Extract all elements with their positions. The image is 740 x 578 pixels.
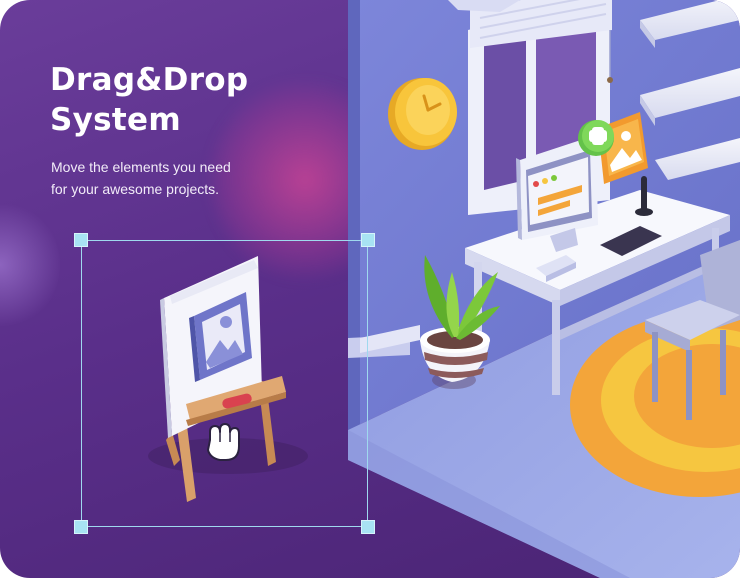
- resize-handle-top-left[interactable]: [74, 233, 88, 247]
- resize-handle-bottom-left[interactable]: [74, 520, 88, 534]
- hero-card: Drag&Drop System Move the elements you n…: [0, 0, 740, 578]
- resize-handle-top-right[interactable]: [361, 233, 375, 247]
- headline-line-2: System: [50, 102, 181, 138]
- selection-box[interactable]: [74, 233, 375, 534]
- subtitle-line-1: Move the elements you need: [51, 159, 231, 175]
- headline-line-1: Drag&Drop: [50, 62, 249, 98]
- headline: Drag&Drop System: [50, 60, 310, 140]
- subtitle-line-2: for your awesome projects.: [51, 181, 220, 197]
- subtitle: Move the elements you need for your awes…: [51, 156, 321, 200]
- resize-handle-bottom-right[interactable]: [361, 520, 375, 534]
